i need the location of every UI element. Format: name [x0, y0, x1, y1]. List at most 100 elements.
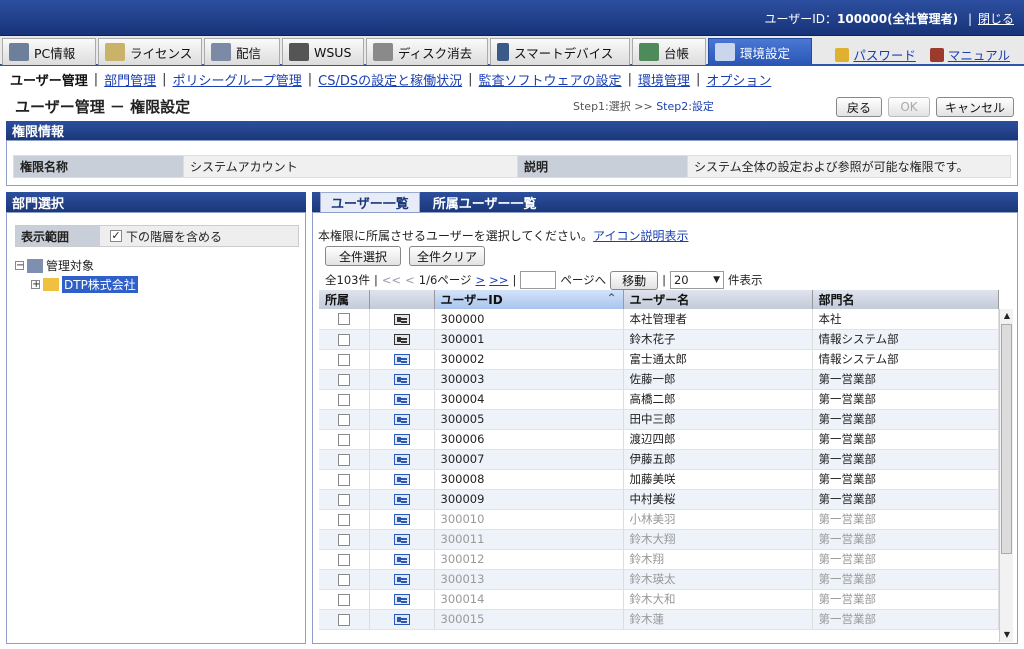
table-row[interactable]: 300015 鈴木蓮 第一営業部: [319, 609, 999, 630]
tree-child-label[interactable]: DTP株式会社: [62, 276, 138, 293]
row-checkbox[interactable]: [337, 433, 350, 446]
row-cell-icon: [369, 529, 435, 550]
tab-label: 配信: [236, 45, 262, 61]
table-row[interactable]: 300001 鈴木花子 情報システム部: [319, 329, 999, 350]
row-checkbox[interactable]: [337, 513, 350, 526]
table-row[interactable]: 300011 鈴木大翔 第一営業部: [319, 529, 999, 550]
row-checkbox[interactable]: [337, 313, 350, 326]
manual-link[interactable]: マニュアル: [948, 45, 1010, 64]
page-input[interactable]: [520, 271, 557, 289]
row-checkbox[interactable]: [337, 493, 350, 506]
col-user-id[interactable]: ユーザーID ⌃: [434, 290, 624, 309]
tab-ledger[interactable]: 台帳: [632, 38, 706, 65]
ok-button[interactable]: OK: [888, 97, 930, 117]
row-user-name: 鈴木蓮: [623, 609, 813, 630]
subnav-options[interactable]: オプション: [706, 70, 771, 89]
tab-wsus[interactable]: WSUS: [282, 38, 364, 65]
tab-distribute[interactable]: 配信: [204, 38, 280, 65]
authority-heading: 権限情報: [6, 121, 1018, 140]
last-page[interactable]: >>: [489, 273, 508, 287]
row-checkbox[interactable]: [337, 353, 350, 366]
collapse-icon[interactable]: −: [15, 261, 24, 271]
row-dept: 第一営業部: [812, 449, 999, 470]
user-card-icon: [393, 454, 410, 465]
scroll-up-icon[interactable]: ▲: [1000, 309, 1013, 323]
subnav-policy-group[interactable]: ポリシーグループ管理: [173, 70, 302, 89]
tab-pc-info[interactable]: PC情報: [2, 38, 96, 65]
scroll-down-icon[interactable]: ▼: [1000, 628, 1013, 642]
table-row[interactable]: 300014 鈴木大和 第一営業部: [319, 589, 999, 610]
row-cell-icon: [369, 549, 435, 570]
row-cell-checkbox: [319, 349, 370, 370]
row-cell-checkbox: [319, 529, 370, 550]
subnav-audit-software[interactable]: 監査ソフトウェアの設定: [479, 70, 622, 89]
scrollbar[interactable]: ▲ ▼: [999, 309, 1013, 642]
row-checkbox[interactable]: [337, 333, 350, 346]
license-icon: [105, 43, 125, 61]
tab-member-list[interactable]: 所属ユーザー一覧: [423, 192, 547, 212]
per-page-select[interactable]: 20 ▼: [669, 271, 724, 289]
table-row[interactable]: 300007 伊藤五郎 第一営業部: [319, 449, 999, 470]
row-checkbox[interactable]: [337, 553, 350, 566]
clear-all-button[interactable]: 全件クリア: [409, 246, 485, 266]
table-row[interactable]: 300010 小林美羽 第一営業部: [319, 509, 999, 530]
include-children-checkbox[interactable]: ✓: [110, 230, 122, 242]
table-row[interactable]: 300013 鈴木瑛太 第一営業部: [319, 569, 999, 590]
table-row[interactable]: 300012 鈴木翔 第一営業部: [319, 549, 999, 570]
row-checkbox[interactable]: [337, 373, 350, 386]
user-card-icon: [393, 514, 410, 525]
cancel-button[interactable]: キャンセル: [936, 97, 1014, 117]
expand-icon[interactable]: +: [31, 280, 40, 290]
password-link[interactable]: パスワード: [853, 45, 916, 64]
include-children-label: 下の階層を含める: [126, 229, 223, 244]
admin-user-icon: [393, 334, 410, 345]
table-row[interactable]: 300000 本社管理者 本社: [319, 309, 999, 330]
row-checkbox[interactable]: [337, 573, 350, 586]
table-row[interactable]: 300003 佐藤一郎 第一営業部: [319, 369, 999, 390]
tree-root-label[interactable]: 管理対象: [46, 257, 94, 274]
tab-settings[interactable]: 環境設定: [708, 38, 812, 65]
col-member[interactable]: 所属: [319, 290, 370, 309]
row-dept: 第一営業部: [812, 389, 999, 410]
table-row[interactable]: 300009 中村美桜 第一営業部: [319, 489, 999, 510]
subnav-cs-ds-settings[interactable]: CS/DSの設定と稼働状況: [318, 70, 462, 89]
table-row[interactable]: 300004 高橋二郎 第一営業部: [319, 389, 999, 410]
row-cell-icon: [369, 569, 435, 590]
row-checkbox[interactable]: [337, 473, 350, 486]
first-page[interactable]: <<: [382, 273, 401, 287]
row-checkbox[interactable]: [337, 613, 350, 626]
row-checkbox[interactable]: [337, 593, 350, 606]
table-row[interactable]: 300006 渡辺四郎 第一営業部: [319, 429, 999, 450]
table-row[interactable]: 300008 加藤美咲 第一営業部: [319, 469, 999, 490]
back-button[interactable]: 戻る: [836, 97, 882, 117]
prev-page[interactable]: <: [405, 273, 415, 287]
row-checkbox[interactable]: [337, 453, 350, 466]
user-info: ユーザーID：100000(全社管理者) | 閉じる: [764, 12, 1014, 26]
move-button[interactable]: 移動: [610, 270, 659, 290]
row-checkbox[interactable]: [337, 413, 350, 426]
next-page[interactable]: >: [476, 273, 486, 287]
user-table-wrap: 所属 ユーザーID ⌃ ユーザー名 部門名 300000 本社管理者 本社 300001…: [319, 290, 1013, 642]
tab-disk-erase[interactable]: ディスク消去: [366, 38, 488, 65]
table-row[interactable]: 300002 富士通太郎 情報システム部: [319, 349, 999, 370]
close-link[interactable]: 閉じる: [978, 12, 1014, 26]
row-checkbox[interactable]: [337, 393, 350, 406]
subnav-env-management[interactable]: 環境管理: [638, 70, 690, 89]
dept-panel: 表示範囲 ✓ 下の階層を含める − 管理対象 + DTP株式会社: [6, 212, 306, 644]
icon-legend-link[interactable]: アイコン説明表示: [593, 229, 688, 243]
row-user-id: 300001: [434, 329, 624, 350]
select-all-button[interactable]: 全件選択: [325, 246, 401, 266]
row-checkbox[interactable]: [337, 533, 350, 546]
tab-license[interactable]: ライセンス: [98, 38, 202, 65]
subnav-dept-management[interactable]: 部門管理: [104, 70, 156, 89]
col-user-name[interactable]: ユーザー名: [623, 290, 813, 309]
col-dept[interactable]: 部門名: [812, 290, 999, 309]
row-user-id: 300004: [434, 389, 624, 410]
tab-smart-device[interactable]: スマートデバイス: [490, 38, 630, 65]
tab-label: 台帳: [664, 45, 690, 61]
row-cell-checkbox: [319, 429, 370, 450]
tab-user-list[interactable]: ユーザー一覧: [320, 192, 420, 212]
row-user-name: 鈴木翔: [623, 549, 813, 570]
scroll-thumb[interactable]: [1001, 324, 1012, 554]
table-row[interactable]: 300005 田中三郎 第一営業部: [319, 409, 999, 430]
